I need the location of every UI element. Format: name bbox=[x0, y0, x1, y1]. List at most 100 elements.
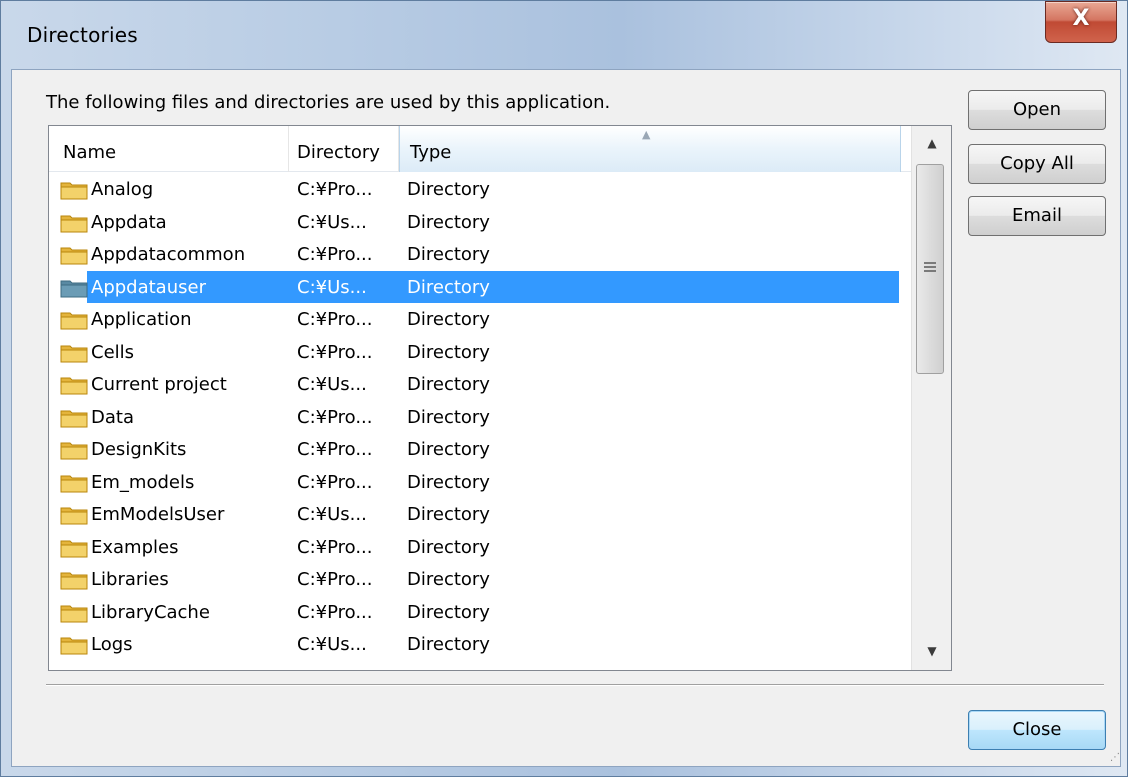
folder-icon bbox=[60, 180, 88, 200]
item-type: Directory bbox=[407, 634, 490, 655]
directories-list[interactable]: Name Directory Type ▲ Analog C:¥Pro... Dir… bbox=[48, 125, 952, 671]
window-close-button[interactable]: X bbox=[1045, 1, 1117, 43]
scrollbar-grip-icon bbox=[924, 262, 936, 274]
item-directory: C:¥Pro... bbox=[297, 179, 373, 200]
open-button[interactable]: Open bbox=[968, 90, 1106, 130]
item-type: Directory bbox=[407, 471, 490, 493]
list-item[interactable]: DesignKits C:¥Pro... Directory bbox=[49, 433, 911, 466]
item-directory: C:¥Pro... bbox=[297, 439, 373, 460]
folder-icon bbox=[60, 603, 88, 623]
item-type: Directory bbox=[407, 309, 490, 330]
list-item[interactable]: Application C:¥Pro... Directory bbox=[49, 303, 911, 336]
folder-icon bbox=[60, 473, 88, 493]
item-name: Appdatauser bbox=[91, 276, 206, 298]
folder-icon bbox=[60, 310, 88, 330]
list-item[interactable]: Libraries C:¥Pro... Directory bbox=[49, 563, 911, 596]
item-directory: C:¥Us... bbox=[297, 374, 367, 395]
copy-all-button[interactable]: Copy All bbox=[968, 144, 1106, 184]
item-type: Directory bbox=[407, 601, 490, 623]
item-type: Directory bbox=[407, 341, 490, 363]
item-directory: C:¥Us... bbox=[297, 504, 367, 525]
list-item[interactable]: Examples C:¥Pro... Directory bbox=[49, 531, 911, 564]
folder-icon bbox=[60, 278, 88, 298]
dialog-body: The following files and directories are … bbox=[11, 69, 1121, 767]
list-rows: Analog C:¥Pro... Directory Appdata C:¥Us... D… bbox=[49, 173, 911, 661]
item-name: EmModelsUser bbox=[91, 504, 225, 525]
folder-icon bbox=[60, 245, 88, 265]
column-header-type-label: Type bbox=[410, 142, 452, 163]
directories-dialog: Directories X The following files and di… bbox=[0, 0, 1128, 777]
folder-icon bbox=[60, 213, 88, 233]
item-name: Cells bbox=[91, 341, 135, 363]
column-header-type[interactable]: Type ▲ bbox=[399, 126, 901, 172]
list-item[interactable]: Appdatacommon C:¥Pro... Directory bbox=[49, 238, 911, 271]
scroll-up-arrow-icon[interactable]: ▲ bbox=[912, 126, 951, 160]
list-item[interactable]: Logs C:¥Us... Directory bbox=[49, 628, 911, 661]
item-directory: C:¥Pro... bbox=[297, 341, 373, 363]
close-button[interactable]: Close bbox=[968, 710, 1106, 750]
item-name: Examples bbox=[91, 536, 179, 558]
folder-icon bbox=[60, 635, 88, 655]
item-name: Analog bbox=[91, 179, 154, 200]
list-item[interactable]: Appdata C:¥Us... Directory bbox=[49, 206, 911, 239]
item-name: Application bbox=[91, 309, 192, 330]
item-directory: C:¥Pro... bbox=[297, 309, 373, 330]
item-directory: C:¥Pro... bbox=[297, 406, 373, 428]
title-bar[interactable]: Directories X bbox=[1, 1, 1128, 69]
item-type: Directory bbox=[407, 179, 490, 200]
scroll-down-arrow-icon[interactable]: ▼ bbox=[912, 634, 951, 668]
item-name: Appdata bbox=[91, 211, 167, 233]
folder-icon bbox=[60, 343, 88, 363]
item-directory: C:¥Us... bbox=[297, 276, 367, 298]
item-name: Logs bbox=[91, 634, 133, 655]
list-item[interactable]: LibraryCache C:¥Pro... Directory bbox=[49, 596, 911, 629]
scrollbar-thumb[interactable] bbox=[916, 164, 944, 374]
folder-icon bbox=[60, 505, 88, 525]
list-item[interactable]: Current project C:¥Us... Directory bbox=[49, 368, 911, 401]
folder-icon bbox=[60, 538, 88, 558]
folder-icon bbox=[60, 408, 88, 428]
vertical-scrollbar[interactable]: ▲ ▼ bbox=[911, 126, 951, 670]
item-type: Directory bbox=[407, 569, 490, 590]
item-directory: C:¥Pro... bbox=[297, 244, 373, 265]
list-header: Name Directory Type ▲ bbox=[49, 126, 911, 172]
item-name: LibraryCache bbox=[91, 601, 210, 623]
list-item[interactable]: EmModelsUser C:¥Us... Directory bbox=[49, 498, 911, 531]
item-directory: C:¥Pro... bbox=[297, 569, 373, 590]
item-directory: C:¥Pro... bbox=[297, 601, 373, 623]
column-header-directory[interactable]: Directory bbox=[289, 126, 399, 172]
resize-grip-icon[interactable]: ⋰ bbox=[1110, 752, 1120, 763]
column-header-name-label: Name bbox=[63, 142, 117, 163]
item-directory: C:¥Us... bbox=[297, 211, 367, 233]
item-name: Libraries bbox=[91, 569, 169, 590]
item-name: Em_models bbox=[91, 471, 195, 493]
item-type: Directory bbox=[407, 504, 490, 525]
list-item[interactable]: Appdatauser C:¥Us... Directory bbox=[49, 270, 911, 304]
email-button[interactable]: Email bbox=[968, 196, 1106, 236]
folder-icon bbox=[60, 570, 88, 590]
item-type: Directory bbox=[407, 276, 490, 298]
column-header-directory-label: Directory bbox=[297, 142, 380, 163]
item-name: Current project bbox=[91, 374, 227, 395]
window-title: Directories bbox=[27, 23, 138, 47]
item-type: Directory bbox=[407, 244, 490, 265]
item-type: Directory bbox=[407, 406, 490, 428]
column-header-name[interactable]: Name bbox=[49, 126, 289, 172]
item-name: DesignKits bbox=[91, 439, 187, 460]
item-name: Data bbox=[91, 406, 134, 428]
item-name: Appdatacommon bbox=[91, 244, 246, 265]
item-type: Directory bbox=[407, 536, 490, 558]
list-item[interactable]: Em_models C:¥Pro... Directory bbox=[49, 466, 911, 499]
item-type: Directory bbox=[407, 439, 490, 460]
item-type: Directory bbox=[407, 374, 490, 395]
item-directory: C:¥Pro... bbox=[297, 536, 373, 558]
item-directory: C:¥Pro... bbox=[297, 471, 373, 493]
list-item[interactable]: Cells C:¥Pro... Directory bbox=[49, 336, 911, 369]
item-type: Directory bbox=[407, 211, 490, 233]
list-item[interactable]: Analog C:¥Pro... Directory bbox=[49, 173, 911, 206]
sort-ascending-icon: ▲ bbox=[642, 128, 651, 141]
list-item[interactable]: Data C:¥Pro... Directory bbox=[49, 401, 911, 434]
folder-icon bbox=[60, 440, 88, 460]
folder-icon bbox=[60, 375, 88, 395]
close-icon: X bbox=[1072, 6, 1090, 31]
